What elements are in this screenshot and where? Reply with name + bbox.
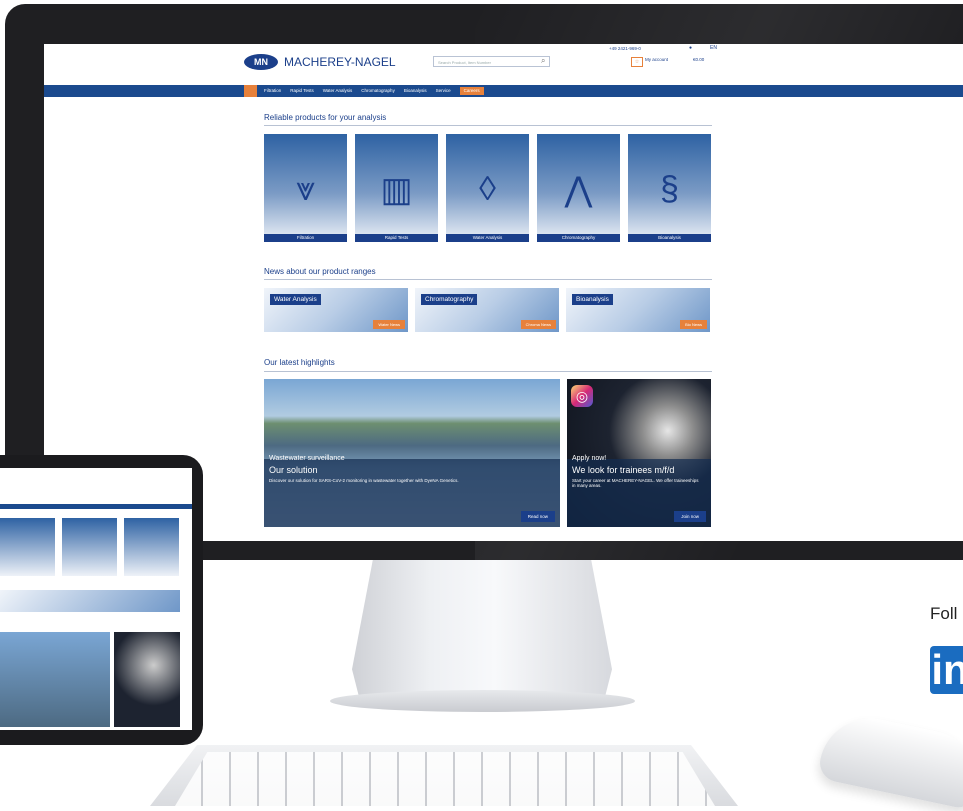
tablet-screen	[0, 468, 192, 730]
news-heading: News about our product ranges	[264, 267, 376, 276]
cart-link[interactable]: €0.00	[693, 57, 704, 62]
news-button[interactable]: Bio News	[680, 320, 707, 329]
tablet-tile	[124, 518, 179, 576]
logo-mark: MN	[244, 54, 278, 70]
product-tile[interactable]: ⩔ Filtration	[264, 134, 347, 242]
product-tile[interactable]: § Bioanalysis	[628, 134, 711, 242]
news-cards: Water Analysis Water News Chromatography…	[264, 288, 710, 332]
products-heading: Reliable products for your analysis	[264, 113, 387, 122]
product-tile[interactable]: ◊ Water Analysis	[446, 134, 529, 242]
linkedin-icon[interactable]: in	[930, 646, 963, 694]
globe-icon[interactable]: ●	[689, 45, 692, 51]
highlight-kicker: Apply now!	[572, 455, 607, 462]
nav-item-filtration[interactable]: Filtration	[264, 87, 281, 95]
nav-item-chromatography[interactable]: Chromatography	[361, 87, 395, 95]
section-divider	[264, 279, 712, 280]
droplet-icon: ◊	[479, 170, 496, 208]
highlights-heading: Our latest highlights	[264, 358, 335, 367]
brand-logo[interactable]: MN MACHEREY-NAGEL	[244, 54, 396, 70]
tablet-highlight	[114, 632, 180, 727]
nav-item-rapid-tests[interactable]: Rapid Tests	[290, 87, 313, 95]
product-label: Bioanalysis	[628, 234, 711, 242]
mouse	[816, 709, 963, 811]
my-account-link[interactable]: My account	[645, 57, 668, 62]
highlight-title: We look for trainees m/f/d	[572, 465, 675, 475]
product-label: Rapid Tests	[355, 234, 438, 242]
section-divider	[264, 371, 712, 372]
product-tile[interactable]: ▥ Rapid Tests	[355, 134, 438, 242]
tablet-news	[0, 590, 180, 612]
news-button[interactable]: Chroma News	[520, 320, 556, 329]
product-tiles: ⩔ Filtration ▥ Rapid Tests ◊ Water Analysis…	[264, 134, 711, 242]
highlight-title: Our solution	[269, 465, 318, 475]
monitor-base	[330, 690, 635, 712]
nav-menu: Filtration Rapid Tests Water Analysis Ch…	[264, 87, 484, 95]
highlight-wastewater[interactable]: Wastewater surveillance Our solution Dis…	[264, 379, 560, 527]
phone-number[interactable]: +49 2421-969-0	[609, 46, 641, 51]
tablet-tile	[0, 518, 55, 576]
highlight-text: Start your career at MACHEREY-NAGEL. We …	[572, 478, 699, 488]
product-label: Water Analysis	[446, 234, 529, 242]
tablet-nav-bar	[0, 504, 192, 509]
news-button[interactable]: Water News	[373, 320, 405, 329]
favorites-icon[interactable]: ☆	[631, 57, 643, 67]
filter-icon: ⩔	[295, 170, 316, 208]
news-card[interactable]: Chromatography Chroma News	[415, 288, 559, 332]
highlights: Wastewater surveillance Our solution Dis…	[264, 379, 711, 527]
highlight-text: Discover our solution for SARS-CoV-2 mon…	[269, 478, 459, 483]
dna-icon: §	[660, 170, 679, 208]
tablet-highlight	[0, 632, 110, 727]
news-title: Chromatography	[421, 294, 478, 305]
home-icon[interactable]	[244, 85, 257, 97]
monitor-stand	[352, 560, 612, 700]
test-strip-icon: ▥	[380, 171, 413, 209]
main-navigation	[44, 85, 963, 97]
join-now-button[interactable]: Join now	[674, 511, 706, 522]
news-title: Bioanalysis	[572, 294, 613, 305]
keyboard-keys	[175, 752, 715, 806]
news-card[interactable]: Water Analysis Water News	[264, 288, 408, 332]
product-tile[interactable]: ⋀ Chromatography	[537, 134, 620, 242]
highlight-kicker: Wastewater surveillance	[269, 455, 345, 462]
news-title: Water Analysis	[270, 294, 321, 305]
section-divider	[264, 125, 712, 126]
highlight-careers[interactable]: ◎ Apply now! We look for trainees m/f/d …	[567, 379, 711, 527]
language-select[interactable]: EN	[710, 45, 717, 51]
nav-item-water-analysis[interactable]: Water Analysis	[323, 87, 353, 95]
brand-name: MACHEREY-NAGEL	[284, 55, 396, 69]
nav-item-careers[interactable]: Careers	[459, 87, 484, 95]
search-icon[interactable]: ⌕	[541, 56, 545, 66]
product-label: Filtration	[264, 234, 347, 242]
nav-item-bioanalysis[interactable]: Bioanalysis	[404, 87, 427, 95]
instagram-icon[interactable]: ◎	[571, 385, 593, 407]
nav-item-service[interactable]: Service	[436, 87, 451, 95]
news-card[interactable]: Bioanalysis Bio News	[566, 288, 710, 332]
search-input[interactable]: Search Product, Item Number	[433, 56, 550, 67]
chromatogram-icon: ⋀	[564, 171, 593, 209]
follow-text: Foll	[930, 604, 958, 623]
product-label: Chromatography	[537, 234, 620, 242]
read-now-button[interactable]: Read now	[520, 511, 555, 522]
tablet-tile	[62, 518, 117, 576]
